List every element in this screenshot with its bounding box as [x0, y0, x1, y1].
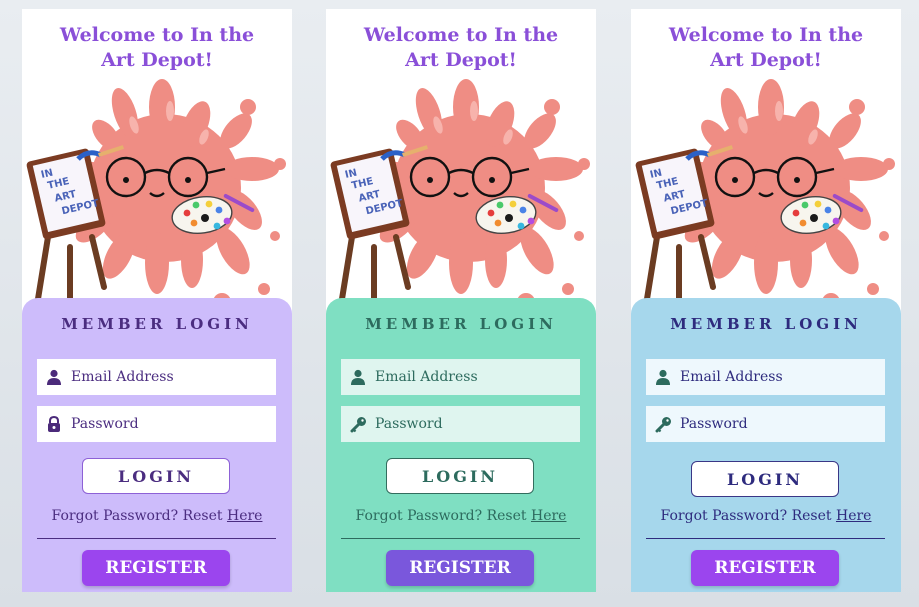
- divider: [37, 538, 276, 539]
- email-placeholder: Email Address: [375, 369, 478, 385]
- email-field[interactable]: Email Address: [341, 359, 580, 395]
- login-button[interactable]: LOGIN: [386, 458, 534, 494]
- key-icon: [341, 406, 375, 442]
- user-icon: [341, 359, 375, 395]
- login-card: Welcome to In the Art Depot! IN THE ART …: [326, 9, 596, 592]
- login-button[interactable]: LOGIN: [82, 458, 230, 494]
- art-depot-mascot-illustration: IN THE ART DEPOT: [26, 79, 286, 307]
- forgot-password-text: Forgot Password? Reset Here: [51, 508, 263, 524]
- reset-here-link[interactable]: Here: [531, 508, 566, 524]
- register-button[interactable]: REGISTER: [691, 550, 839, 586]
- forgot-password-text: Forgot Password? Reset Here: [355, 508, 567, 524]
- password-placeholder: Password: [680, 416, 748, 432]
- art-depot-mascot-illustration: IN THE ART DEPOT: [635, 79, 895, 307]
- password-placeholder: Password: [375, 416, 443, 432]
- member-login-heading: MEMBER LOGIN: [670, 315, 862, 333]
- divider: [646, 538, 885, 539]
- user-icon: [37, 359, 71, 395]
- welcome-title: Welcome to In the Art Depot!: [363, 24, 559, 71]
- login-panel: MEMBER LOGIN Email Address Password LOGI…: [326, 298, 596, 592]
- reset-here-link[interactable]: Here: [227, 508, 262, 524]
- email-placeholder: Email Address: [71, 369, 174, 385]
- login-card: Welcome to In the Art Depot! IN THE ART …: [22, 9, 292, 592]
- member-login-heading: MEMBER LOGIN: [61, 315, 253, 333]
- email-field[interactable]: Email Address: [646, 359, 885, 395]
- forgot-password-text: Forgot Password? Reset Here: [660, 508, 872, 524]
- reset-here-link[interactable]: Here: [836, 508, 871, 524]
- login-button[interactable]: LOGIN: [691, 461, 839, 497]
- login-card: Welcome to In the Art Depot! IN THE ART …: [631, 9, 901, 592]
- password-placeholder: Password: [71, 416, 139, 432]
- login-panel: MEMBER LOGIN Email Address Password LOGI…: [631, 298, 901, 592]
- email-placeholder: Email Address: [680, 369, 783, 385]
- lock-icon: [37, 406, 71, 442]
- welcome-title: Welcome to In the Art Depot!: [668, 24, 864, 71]
- email-field[interactable]: Email Address: [37, 359, 276, 395]
- member-login-heading: MEMBER LOGIN: [365, 315, 557, 333]
- divider: [341, 538, 580, 539]
- password-field[interactable]: Password: [646, 406, 885, 442]
- register-button[interactable]: REGISTER: [82, 550, 230, 586]
- login-panel: MEMBER LOGIN Email Address Password LOGI…: [22, 298, 292, 592]
- art-depot-mascot-illustration: IN THE ART DEPOT: [330, 79, 590, 307]
- password-field[interactable]: Password: [37, 406, 276, 442]
- password-field[interactable]: Password: [341, 406, 580, 442]
- key-icon: [646, 406, 680, 442]
- register-button[interactable]: REGISTER: [386, 550, 534, 586]
- welcome-title: Welcome to In the Art Depot!: [59, 24, 255, 71]
- user-icon: [646, 359, 680, 395]
